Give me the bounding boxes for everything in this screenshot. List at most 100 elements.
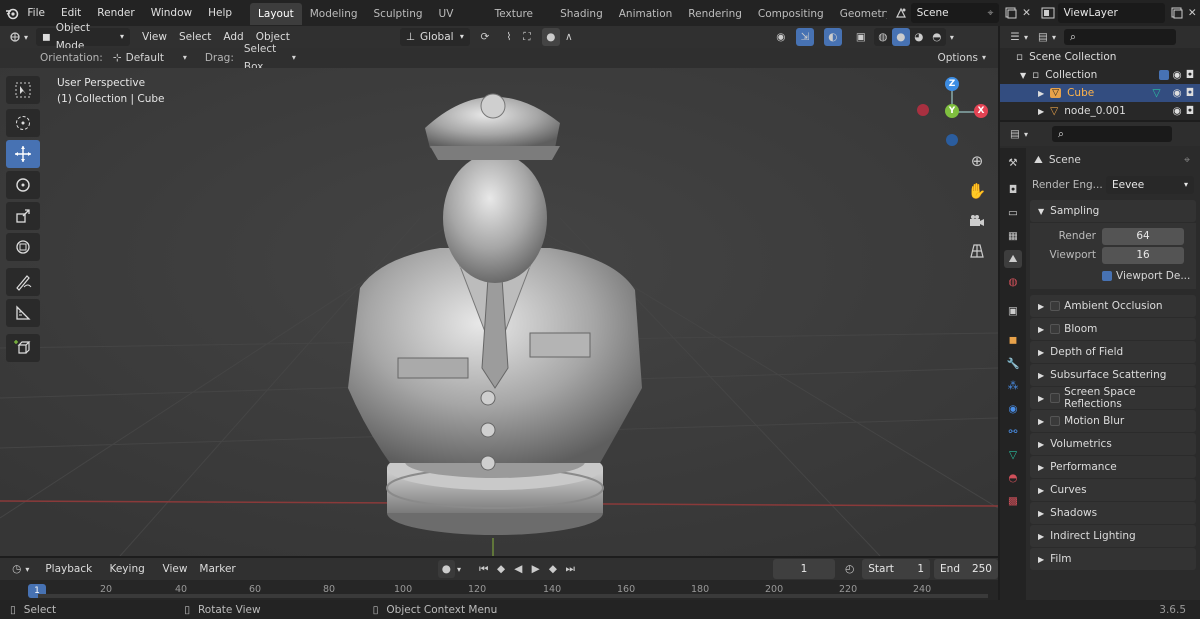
panel-enable-checkbox[interactable] [1050, 324, 1061, 334]
object-tab-icon[interactable]: ◼ [1004, 331, 1022, 349]
render-samples-field[interactable]: 64 [1102, 227, 1184, 245]
collection-tab-icon[interactable]: ▣ [1004, 302, 1022, 320]
panel-indirect-lighting[interactable]: ▶ Indirect Lighting [1030, 525, 1196, 547]
panel-sampling[interactable]: ▼ Sampling [1030, 200, 1196, 222]
output-tab-icon[interactable]: ▭ [1004, 204, 1022, 222]
wireframe-shading-icon[interactable]: ◍ [874, 28, 892, 46]
camera-render-icon[interactable]: ◘ [1186, 87, 1194, 99]
tab-uv-editing[interactable]: UV Editing [431, 3, 487, 42]
timeline-editor-icon[interactable]: ◷ [8, 560, 25, 578]
orientation-dropdown[interactable]: ⊹ Default ▾ [107, 49, 193, 67]
record-icon[interactable]: ● [437, 560, 456, 578]
texture-tab-icon[interactable]: ▩ [1004, 492, 1022, 510]
scene-field[interactable]: Scene ⌖ [910, 3, 1000, 23]
end-frame-field[interactable]: End 250 [934, 559, 998, 579]
eye-icon[interactable]: ◉ [1173, 105, 1182, 117]
properties-editor-icon[interactable]: ▤ [1006, 125, 1024, 143]
jump-start-icon[interactable]: ⏮ [475, 560, 492, 578]
overlay-icon[interactable]: ◐ [823, 28, 842, 46]
scene-icon[interactable] [893, 4, 908, 22]
outliner-editor-icon[interactable]: ☰ [1006, 28, 1024, 46]
scale-tool[interactable] [6, 202, 40, 230]
editor-type-icon[interactable] [6, 28, 24, 46]
tab-rendering[interactable]: Rendering [680, 3, 750, 25]
3d-viewport[interactable]: User Perspective (1) Collection | Cube Z… [0, 68, 998, 556]
menu-window[interactable]: Window [143, 0, 200, 26]
menu-help[interactable]: Help [200, 0, 240, 26]
panel-enable-checkbox[interactable] [1050, 301, 1061, 311]
camera-icon[interactable] [964, 208, 990, 234]
material-tab-icon[interactable]: ◓ [1004, 469, 1022, 487]
expand-arrow-icon[interactable]: ▶ [1038, 107, 1044, 116]
proportional-edit-icon[interactable]: ● [541, 28, 560, 46]
expand-arrow-icon[interactable]: ▶ [1038, 89, 1044, 98]
menu-file[interactable]: File [19, 0, 53, 26]
tab-geometry-nodes[interactable]: Geometry Noc [832, 3, 887, 25]
panel-screen-space-reflections[interactable]: ▶ Screen Space Reflections [1030, 386, 1196, 410]
new-view-layer-icon[interactable] [1169, 4, 1184, 22]
blender-logo-icon[interactable] [4, 4, 19, 22]
mesh-data-icon[interactable]: ▽ [1152, 87, 1160, 99]
menu-playback[interactable]: Playback ▾ [39, 560, 103, 592]
camera-render-icon[interactable]: ◘ [1186, 105, 1194, 117]
render-engine-dropdown[interactable]: Eevee ▾ [1106, 176, 1194, 194]
neg-z-axis-handle[interactable] [946, 134, 958, 146]
eye-icon[interactable]: ◉ [1173, 69, 1182, 81]
tab-shading[interactable]: Shading [552, 3, 611, 25]
z-axis-handle[interactable]: Z [945, 77, 959, 91]
cursor-tool[interactable] [6, 109, 40, 137]
modifier-tab-icon[interactable]: 🔧 [1004, 354, 1022, 372]
constraints-tab-icon[interactable]: ⚯ [1004, 423, 1022, 441]
pin-icon[interactable]: ⌖ [988, 3, 994, 23]
data-tab-icon[interactable]: ▽ [1004, 446, 1022, 464]
y-axis-handle[interactable]: Y [945, 104, 959, 118]
outliner-scene-collection[interactable]: ▫ Scene Collection [1000, 48, 1200, 66]
view-layer-field[interactable]: ViewLayer [1057, 3, 1166, 23]
select-tool[interactable] [6, 76, 40, 104]
prev-keyframe-icon[interactable]: ◆ [492, 560, 509, 578]
panel-ambient-occlusion[interactable]: ▶ Ambient Occlusion [1030, 295, 1196, 317]
zoom-icon[interactable]: ⊕ [964, 148, 990, 174]
material-shading-icon[interactable]: ◕ [910, 28, 928, 46]
panel-enable-checkbox[interactable] [1050, 393, 1061, 403]
rendered-shading-icon[interactable]: ◓ [928, 28, 946, 46]
menu-keying[interactable]: Keying ▾ [103, 560, 156, 592]
eye-icon[interactable]: ◉ [1173, 87, 1182, 99]
play-icon[interactable]: ▶ [527, 560, 544, 578]
move-tool[interactable] [6, 140, 40, 168]
ortho-grid-icon[interactable] [964, 238, 990, 264]
solid-shading-icon[interactable]: ● [891, 28, 910, 46]
snap-icon[interactable]: ⌇ [500, 28, 518, 46]
panel-curves[interactable]: ▶ Curves [1030, 479, 1196, 501]
neg-x-axis-handle[interactable] [917, 104, 929, 116]
panel-shadows[interactable]: ▶ Shadows [1030, 502, 1196, 524]
camera-render-icon[interactable]: ◘ [1186, 69, 1194, 81]
menu-select[interactable]: Select [173, 28, 217, 46]
transform-tool[interactable] [6, 233, 40, 261]
tool-tab-icon[interactable]: ⚒ [1004, 154, 1022, 172]
measure-tool[interactable] [6, 299, 40, 327]
delete-scene-icon[interactable]: ✕ [1019, 4, 1034, 22]
falloff-icon[interactable]: ∧ [560, 28, 578, 46]
view-layer-tab-icon[interactable]: ▦ [1004, 227, 1022, 245]
outliner-item-node[interactable]: ▶ ▽ node_0.001 ◉ ◘ [1000, 102, 1200, 120]
gizmo-icon[interactable]: ⇲ [795, 28, 814, 46]
timeline-ruler[interactable]: 1 20 40 60 80 100 120 140 160 180 200 22… [0, 580, 998, 600]
xray-icon[interactable]: ▣ [852, 28, 870, 46]
pin-icon[interactable]: ⌖ [1184, 154, 1190, 167]
panel-subsurface-scattering[interactable]: ▶ Subsurface Scattering [1030, 364, 1196, 386]
options-dropdown[interactable]: Options ▾ [931, 49, 992, 67]
panel-enable-checkbox[interactable] [1050, 416, 1061, 426]
new-scene-icon[interactable] [1003, 4, 1018, 22]
chevron-down-icon[interactable]: ▾ [950, 33, 954, 42]
tab-compositing[interactable]: Compositing [750, 3, 832, 25]
particles-tab-icon[interactable]: ⁂ [1004, 377, 1022, 395]
expand-arrow-icon[interactable]: ▼ [1020, 71, 1026, 80]
annotate-tool[interactable] [6, 268, 40, 296]
world-tab-icon[interactable]: ◍ [1004, 273, 1022, 291]
tab-layout[interactable]: Layout [250, 3, 302, 25]
panel-volumetrics[interactable]: ▶ Volumetrics [1030, 433, 1196, 455]
navigation-gizmo[interactable]: Z X Y [912, 74, 992, 150]
rotate-tool[interactable] [6, 171, 40, 199]
panel-bloom[interactable]: ▶ Bloom [1030, 318, 1196, 340]
